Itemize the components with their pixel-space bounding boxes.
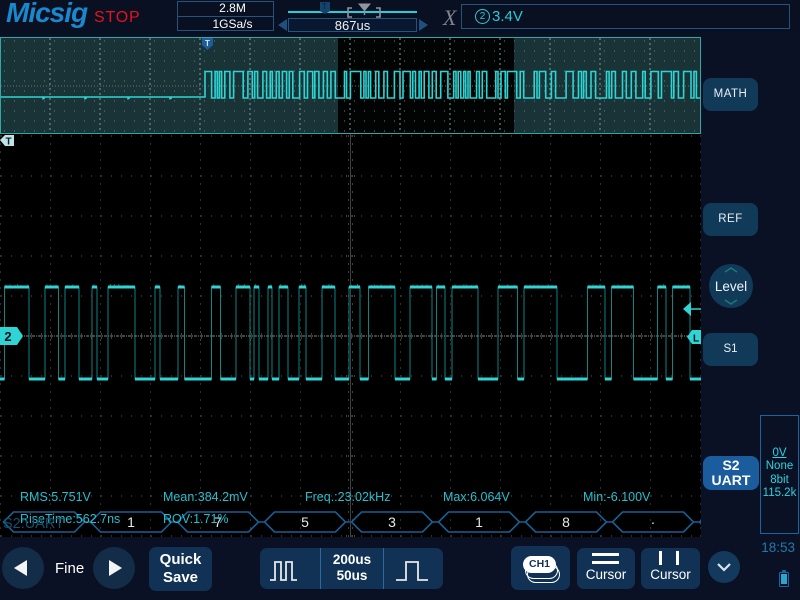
svg-text:T: T <box>5 137 11 148</box>
svg-text:2: 2 <box>4 329 11 344</box>
svg-text:1: 1 <box>127 514 135 530</box>
svg-text:3: 3 <box>388 514 396 530</box>
svg-text:T: T <box>205 39 210 48</box>
svg-text:Level: Level <box>715 279 747 294</box>
svg-text:8: 8 <box>562 514 570 530</box>
svg-text:L: L <box>693 334 699 345</box>
svg-text:1: 1 <box>475 514 483 530</box>
svg-text:5: 5 <box>301 514 309 530</box>
svg-text:·: · <box>651 514 656 530</box>
